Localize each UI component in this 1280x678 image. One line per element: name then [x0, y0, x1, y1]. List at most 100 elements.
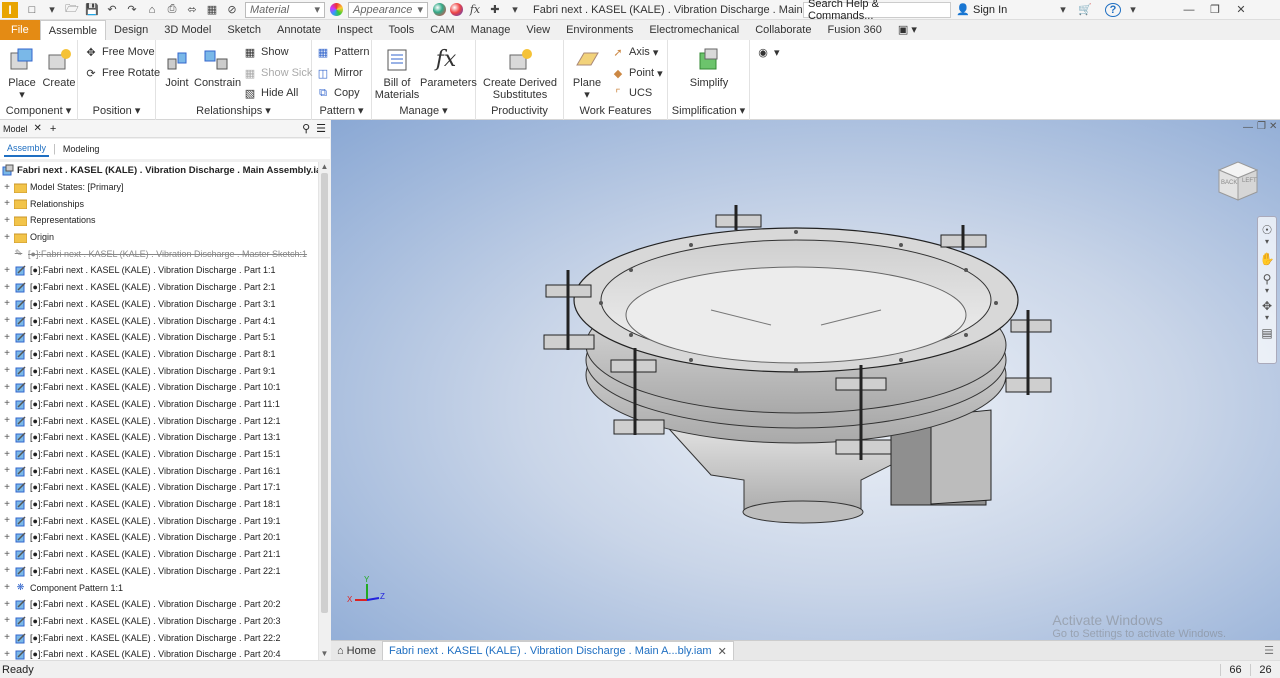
create-component-button[interactable]: Create — [42, 46, 76, 89]
tab-file[interactable]: File — [0, 20, 40, 40]
no-filter-icon[interactable]: ⊘ — [224, 3, 240, 17]
close-icon[interactable]: ✕ — [718, 645, 727, 658]
copy-button[interactable]: ⧉ Copy — [316, 85, 360, 101]
orbit-icon[interactable]: ✥ — [1258, 299, 1276, 313]
panel-title-position[interactable]: Position ▾ — [78, 103, 155, 119]
expand-icon[interactable]: + — [2, 532, 12, 543]
tab-overflow-toggle[interactable]: ▣ ▾ — [890, 20, 925, 40]
expand-icon[interactable]: + — [2, 182, 12, 193]
expand-icon[interactable]: + — [2, 298, 12, 309]
tree-item-part[interactable]: + [●]:Fabri next . KASEL (KALE) . Vibrati… — [0, 529, 318, 546]
new-file-icon[interactable]: □ — [24, 3, 40, 17]
add-panel-icon[interactable]: + — [50, 123, 56, 135]
dropdown-arrow-icon[interactable]: ▾ — [1055, 3, 1071, 17]
tree-item-part[interactable]: + [●]:Fabri next . KASEL (KALE) . Vibrati… — [0, 496, 318, 513]
expand-icon[interactable]: + — [2, 599, 12, 610]
tree-item-part[interactable]: + [●]:Fabri next . KASEL (KALE) . Vibrati… — [0, 613, 318, 630]
tab-inspect[interactable]: Inspect — [329, 20, 380, 40]
panel-title-pattern[interactable]: Pattern ▾ — [312, 103, 371, 119]
tree-item-part[interactable]: + [●]:Fabri next . KASEL (KALE) . Vibrati… — [0, 546, 318, 563]
restore-icon[interactable]: ❐ — [1207, 3, 1223, 17]
tree-item-part[interactable]: + [●]:Fabri next . KASEL (KALE) . Vibrati… — [0, 346, 318, 363]
free-rotate-button[interactable]: ⟳ Free Rotate — [84, 65, 160, 81]
tab-assemble[interactable]: Assemble — [39, 19, 107, 41]
hide-all-button[interactable]: ▧ Hide All — [243, 85, 299, 101]
tree-item-folder[interactable]: + Representations — [0, 212, 318, 229]
scrollbar-thumb[interactable] — [321, 173, 328, 613]
panel-title-relationships[interactable]: Relationships ▾ — [156, 103, 311, 119]
panel-title-manage[interactable]: Manage ▾ — [372, 103, 475, 119]
tab-cam[interactable]: CAM — [422, 20, 462, 40]
help-icon[interactable]: ? — [1105, 2, 1121, 17]
tree-item-part[interactable]: + [●]:Fabri next . KASEL (KALE) . Vibrati… — [0, 279, 318, 296]
material-dropdown[interactable]: Material ▾ — [245, 1, 325, 18]
tab-design[interactable]: Design — [106, 20, 156, 40]
tree-item-folder[interactable]: + Model States: [Primary] — [0, 179, 318, 196]
tree-scrollbar[interactable]: ▲ ▼ — [318, 162, 330, 660]
expand-icon[interactable]: + — [2, 232, 12, 243]
expand-icon[interactable]: + — [2, 282, 12, 293]
parameters-button[interactable]: fx Parameters — [420, 46, 477, 90]
pattern-button[interactable]: ▦ Pattern — [316, 44, 370, 60]
expand-icon[interactable]: + — [2, 449, 12, 460]
place-button[interactable]: Place ▾ — [6, 46, 38, 101]
ucs-button[interactable]: ⌜ UCS — [611, 85, 652, 101]
tree-item-part[interactable]: + [●]:Fabri next . KASEL (KALE) . Vibrati… — [0, 412, 318, 429]
dropdown-arrow-icon[interactable]: ▾ — [44, 3, 60, 17]
tree-item-part[interactable]: + [●]:Fabri next . KASEL (KALE) . Vibrati… — [0, 329, 318, 346]
undo-icon[interactable]: ↶ — [104, 3, 120, 17]
cart-icon[interactable]: 🛒 — [1077, 3, 1093, 17]
tree-item-part[interactable]: + [●]:Fabri next . KASEL (KALE) . Vibrati… — [0, 512, 318, 529]
show-sick-button[interactable]: ▦ Show Sick — [243, 65, 313, 81]
scroll-down-icon[interactable]: ▼ — [319, 649, 330, 658]
expand-icon[interactable]: + — [2, 615, 12, 626]
subtab-assembly[interactable]: Assembly — [4, 141, 50, 157]
expand-icon[interactable]: + — [2, 482, 12, 493]
user-icon[interactable]: 👤 — [955, 3, 971, 17]
panel-title-simplification[interactable]: Simplification ▾ — [668, 103, 749, 119]
tree-item-part[interactable]: + [●]:Fabri next . KASEL (KALE) . Vibrati… — [0, 429, 318, 446]
graphics-viewport[interactable]: BACK LEFT — ❐ ✕ ☉ ▾ ✋ ⚲ ▾ ✥ ▾ ▤ X Y Z — [331, 120, 1280, 640]
tree-item-part[interactable]: + [●]:Fabri next . KASEL (KALE) . Vibrati… — [0, 563, 318, 580]
tab-fusion-360[interactable]: Fusion 360 — [819, 20, 889, 40]
tree-item-part[interactable]: + [●]:Fabri next . KASEL (KALE) . Vibrati… — [0, 396, 318, 413]
close-icon[interactable]: ✕ — [1269, 121, 1277, 132]
tree-item-master-sketch[interactable]: ✎ [●]:Fabri next . KASEL (KALE) . Vibrati… — [0, 245, 318, 262]
zoom-icon[interactable]: ⚲ — [1258, 272, 1276, 286]
expand-icon[interactable]: + — [2, 649, 12, 660]
expand-icon[interactable]: + — [2, 565, 12, 576]
pan-icon[interactable]: ✋ — [1258, 252, 1276, 266]
create-derived-substitutes-button[interactable]: Create Derived Substitutes — [480, 46, 560, 101]
close-icon[interactable]: ✕ — [34, 123, 42, 134]
joint-button[interactable]: Joint — [160, 46, 194, 89]
tab-sketch[interactable]: Sketch — [219, 20, 269, 40]
dropdown-arrow-icon[interactable]: ▾ — [1125, 3, 1141, 17]
fx-icon[interactable]: fx — [467, 3, 483, 17]
expand-icon[interactable]: + — [2, 432, 12, 443]
expand-icon[interactable]: + — [2, 265, 12, 276]
tab-view[interactable]: View — [518, 20, 558, 40]
expand-icon[interactable]: + — [2, 415, 12, 426]
mirror-button[interactable]: ◫ Mirror — [316, 65, 363, 81]
tree-item-part[interactable]: + [●]:Fabri next . KASEL (KALE) . Vibrati… — [0, 596, 318, 613]
simplify-button[interactable]: Simplify — [682, 46, 736, 89]
search-icon[interactable]: ⚲ — [302, 122, 310, 135]
restore-icon[interactable]: ❐ — [1257, 121, 1266, 132]
expand-icon[interactable]: + — [2, 215, 12, 226]
chevron-down-icon[interactable]: ▾ — [1258, 313, 1276, 322]
tab-manage[interactable]: Manage — [463, 20, 519, 40]
tab-collaborate[interactable]: Collaborate — [747, 20, 819, 40]
expand-icon[interactable]: + — [2, 465, 12, 476]
expand-icon[interactable]: + — [2, 382, 12, 393]
panel-title-component[interactable]: Component ▾ — [0, 103, 77, 119]
viewcube[interactable]: BACK LEFT — [1215, 158, 1261, 204]
ribbon-options-button[interactable]: ◉ ▾ — [756, 44, 779, 60]
show-button[interactable]: ▦ Show — [243, 44, 289, 60]
app-logo[interactable]: I — [2, 1, 18, 18]
dropdown-arrow-icon[interactable]: ▾ — [507, 3, 523, 17]
bill-of-materials-button[interactable]: Bill of Materials — [374, 46, 420, 101]
tree-item-part[interactable]: + [●]:Fabri next . KASEL (KALE) . Vibrati… — [0, 629, 318, 646]
point-button[interactable]: ◆ Point ▾ — [611, 65, 663, 81]
tree-item-part[interactable]: + [●]:Fabri next . KASEL (KALE) . Vibrati… — [0, 462, 318, 479]
expand-icon[interactable]: + — [2, 365, 12, 376]
